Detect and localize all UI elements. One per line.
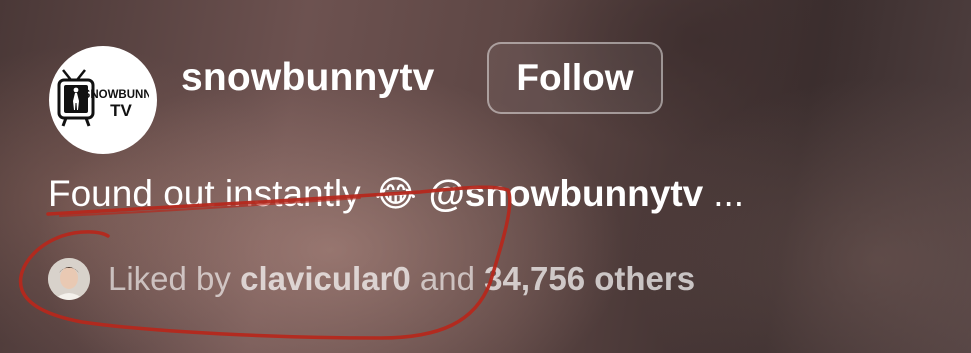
liker-username-link[interactable]: clavicular0 <box>240 260 411 298</box>
likes-and-label: and <box>419 260 475 297</box>
likes-count-link[interactable]: 34,756 others <box>484 260 695 298</box>
username-link[interactable]: snowbunnytv <box>181 56 435 100</box>
post-caption[interactable]: Found out instantly 😂 @snowbunnytv ... <box>48 170 744 218</box>
logo-text-line1: SNOWBUNNY <box>83 89 149 101</box>
snowbunnytv-logo-icon: SNOWBUNNY TV <box>57 69 149 127</box>
liked-by-label: Liked by <box>108 260 231 297</box>
liker-avatar-icon[interactable] <box>48 258 90 300</box>
follow-button[interactable]: Follow <box>487 42 663 114</box>
caption-text: Found out instantly <box>48 173 361 214</box>
laughing-emoji: 😂 <box>374 173 417 214</box>
logo-text-line2: TV <box>110 101 132 120</box>
likes-summary[interactable]: Liked by clavicular0 and 34,756 others <box>48 256 695 302</box>
caption-more-button[interactable]: ... <box>713 173 744 215</box>
profile-avatar[interactable]: SNOWBUNNY TV <box>49 46 157 154</box>
caption-mention-link[interactable]: @snowbunnytv <box>429 173 704 215</box>
